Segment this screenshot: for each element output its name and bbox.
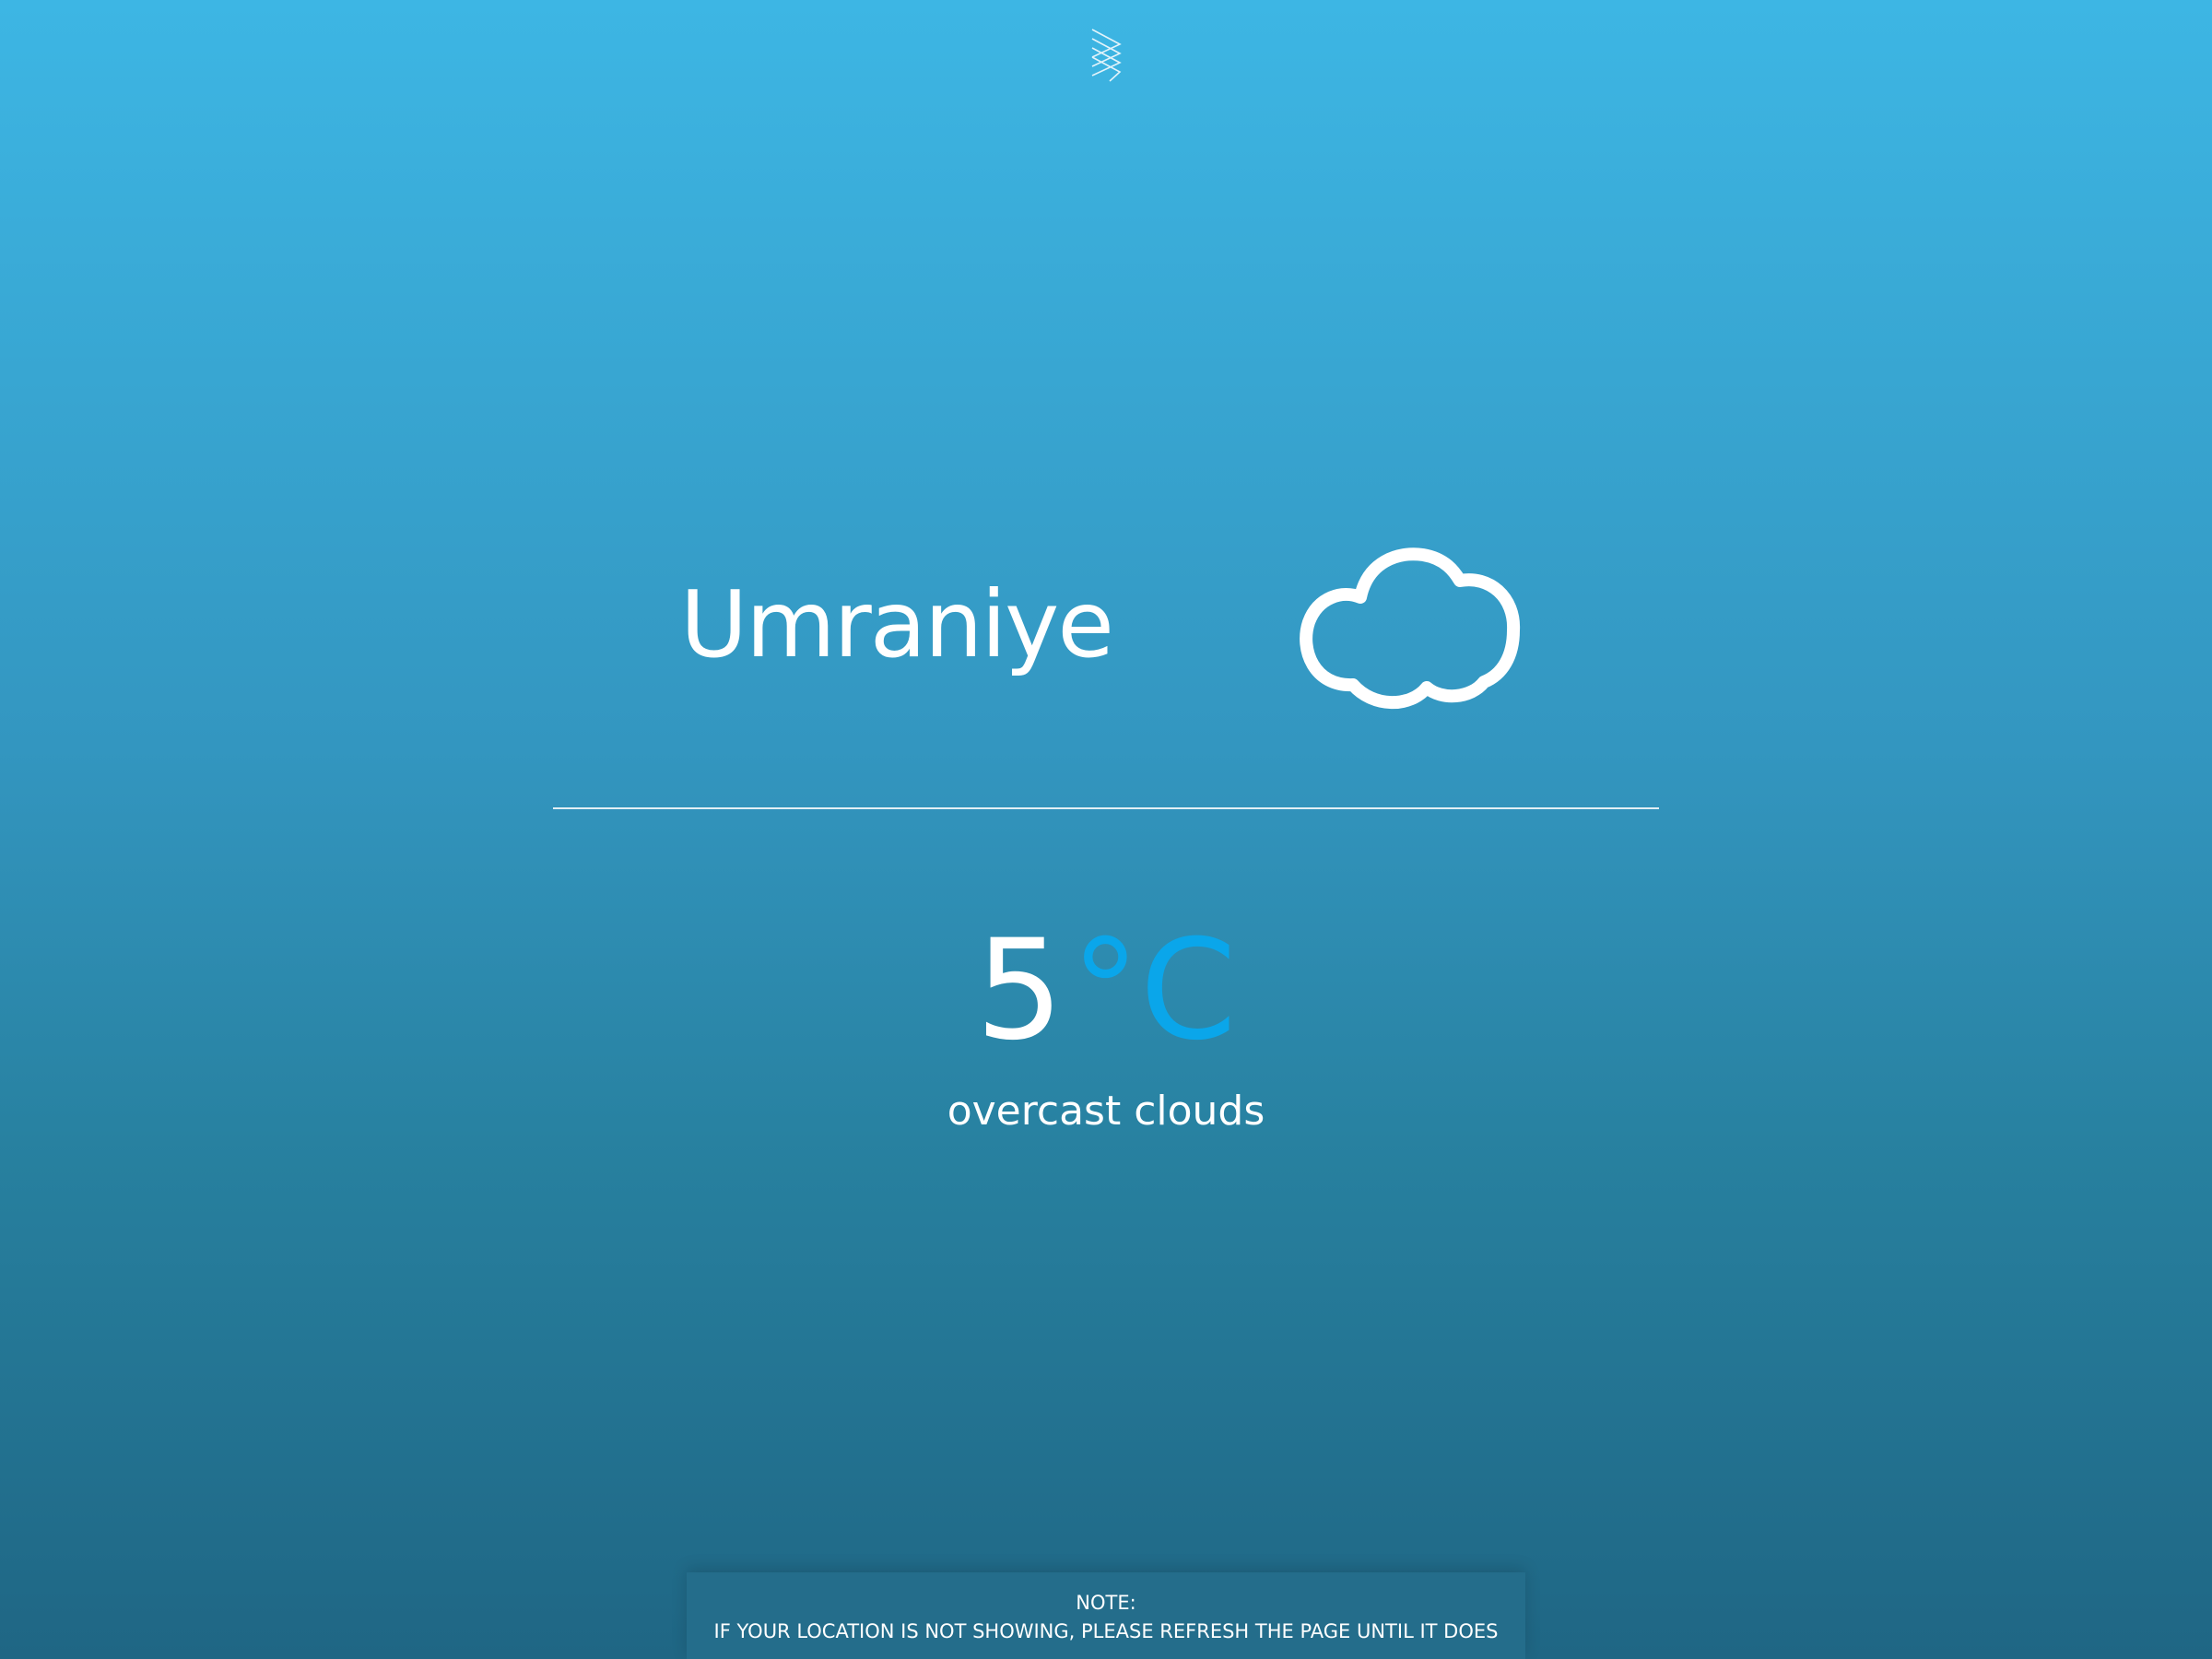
cloud-icon: [1288, 535, 1528, 733]
divider: [553, 807, 1659, 809]
temperature-value: 5: [975, 911, 1064, 1071]
city-name: Umraniye: [680, 571, 1114, 678]
temperature-unit: °C: [1070, 911, 1237, 1071]
temperature-display: 5°C: [0, 922, 2212, 1060]
location-note: NOTE: IF YOUR LOCATION IS NOT SHOWING, P…: [687, 1572, 1525, 1659]
chevron-stack-logo-icon: [1089, 28, 1123, 83]
weather-description: overcast clouds: [947, 1088, 1265, 1135]
note-title: NOTE:: [1076, 1592, 1136, 1614]
note-message: IF YOUR LOCATION IS NOT SHOWING, PLEASE …: [713, 1620, 1499, 1642]
